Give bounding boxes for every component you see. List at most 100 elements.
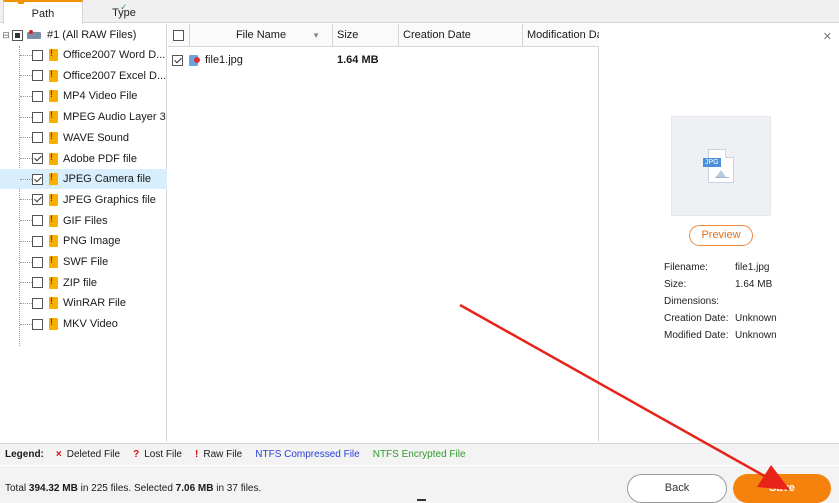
info-key: Filename:	[664, 262, 708, 273]
tree-item-checkbox[interactable]	[32, 215, 43, 227]
info-row-filename: Filename: file1.jpg	[664, 262, 834, 279]
tree-item-checkbox[interactable]	[32, 194, 43, 206]
tree-connector	[20, 282, 32, 284]
sort-down-icon: ▼	[312, 31, 320, 40]
tree-item-checkbox[interactable]	[32, 70, 43, 82]
tree-item-label: Adobe PDF file	[63, 152, 137, 165]
column-creation-date[interactable]: Creation Date	[399, 24, 523, 47]
back-button[interactable]: Back	[627, 474, 727, 503]
tree-item[interactable]: Office2007 Excel D...	[0, 66, 167, 86]
tree-item[interactable]: MPEG Audio Layer 3	[0, 107, 167, 127]
tree-root[interactable]: ⊟ #1 (All RAW Files)	[0, 26, 167, 44]
preview-thumbnail: JPG	[671, 116, 771, 216]
tree-item-label: MP4 Video File	[63, 90, 138, 103]
raw-file-icon	[49, 131, 58, 144]
file-row-checkbox[interactable]	[172, 54, 183, 66]
tree-connector	[20, 178, 32, 180]
tree-connector	[20, 75, 32, 77]
tree-item[interactable]: WAVE Sound	[0, 128, 167, 148]
tree-item[interactable]: MKV Video	[0, 314, 167, 334]
raw-file-icon	[49, 152, 58, 165]
jpg-document-icon: JPG	[703, 149, 734, 183]
tree-item-label: MKV Video	[63, 318, 118, 331]
status-mid2: in 37 files.	[213, 483, 262, 494]
legend-symbol: !	[195, 449, 199, 460]
tree-item[interactable]: GIF Files	[0, 211, 167, 231]
column-size[interactable]: Size	[333, 24, 399, 47]
jpg-tag: JPG	[703, 158, 721, 167]
raw-file-icon	[49, 172, 58, 186]
file-row-size: 1.64 MB	[337, 54, 379, 66]
column-file-name-label: File Name	[235, 29, 287, 41]
tree-item-checkbox[interactable]	[32, 111, 43, 123]
tree-item-checkbox[interactable]	[32, 318, 43, 330]
close-icon[interactable]: ✕	[823, 30, 832, 43]
tree-item[interactable]: JPEG Camera file	[0, 169, 167, 190]
status-summary: Total 394.32 MB in 225 files. Selected 7…	[5, 483, 261, 494]
raw-file-icon	[49, 214, 58, 227]
tab-bar: Path ✓ Type	[0, 0, 839, 24]
tree-item-label: GIF Files	[63, 214, 108, 227]
raw-file-icon	[49, 276, 58, 289]
raw-file-icon	[49, 193, 58, 206]
type-tab-icon: ✓	[120, 2, 128, 12]
preview-button[interactable]: Preview	[689, 225, 753, 246]
tree-item[interactable]: ZIP file	[0, 273, 167, 293]
tree-item[interactable]: MP4 Video File	[0, 86, 167, 106]
tree-item-label: JPEG Camera file	[63, 173, 152, 186]
info-key: Modified Date:	[664, 330, 729, 341]
legend-item: ! Raw File	[195, 449, 242, 460]
tree-item-checkbox[interactable]	[32, 132, 43, 144]
tree-item-checkbox[interactable]	[32, 90, 43, 102]
tree-item-checkbox[interactable]	[32, 256, 43, 268]
save-button[interactable]: Save	[733, 474, 831, 503]
tree-item-checkbox[interactable]	[32, 49, 43, 61]
tree-item-label: WAVE Sound	[63, 131, 130, 144]
legend-symbol: ?	[133, 449, 140, 460]
tab-path[interactable]: Path	[3, 0, 83, 24]
file-info: Filename: file1.jpg Size: 1.64 MB Dimens…	[664, 262, 834, 347]
legend-label: Deleted File	[66, 449, 121, 460]
tree-item[interactable]: WinRAR File	[0, 293, 167, 313]
tree-root-checkbox[interactable]	[12, 29, 23, 41]
tree-item-label: SWF File	[63, 256, 109, 268]
select-all-checkbox[interactable]	[173, 30, 184, 41]
tree-connector	[20, 302, 32, 304]
legend-item: × Deleted File	[56, 449, 120, 460]
tree-item-checkbox[interactable]	[32, 173, 43, 185]
tree-item[interactable]: PNG Image	[0, 231, 167, 251]
tree-item[interactable]: Office2007 Word D...	[0, 45, 167, 65]
info-value: Unknown	[735, 313, 777, 324]
status-total-size: 394.32 MB	[28, 483, 78, 494]
tree-item-checkbox[interactable]	[32, 297, 43, 309]
info-key: Size:	[664, 279, 687, 290]
tree-item-checkbox[interactable]	[32, 235, 43, 247]
tree-item-checkbox[interactable]	[32, 277, 43, 289]
column-modification-date[interactable]: Modification Da	[523, 24, 599, 47]
tree-item[interactable]: JPEG Graphics file	[0, 190, 167, 210]
info-row-size: Size: 1.64 MB	[664, 279, 834, 296]
preview-panel: ✕ JPG Preview Filename: file1.jpg Size: …	[600, 24, 839, 442]
tree-item-checkbox[interactable]	[32, 153, 43, 164]
info-row-creation-date: Creation Date: Unknown	[664, 313, 834, 330]
file-list-header: File Name ▼ Size Creation Date Modificat…	[168, 24, 599, 47]
tree-root-label: #1 (All RAW Files)	[47, 29, 137, 41]
tree-connector	[20, 116, 32, 118]
info-row-modified-date: Modified Date: Unknown	[664, 330, 834, 347]
tree-connector	[20, 95, 32, 97]
tree-connector	[20, 199, 32, 201]
tree-item-label: MPEG Audio Layer 3	[63, 111, 166, 124]
tree-item[interactable]: Adobe PDF file	[0, 149, 167, 169]
select-all-cell	[168, 24, 190, 47]
column-file-name[interactable]: File Name ▼	[190, 24, 333, 47]
drive-icon	[27, 30, 43, 40]
info-key: Dimensions:	[664, 296, 720, 307]
bottom-bar: Total 394.32 MB in 225 files. Selected 7…	[0, 466, 839, 503]
collapse-icon[interactable]: ⊟	[0, 30, 12, 41]
file-row[interactable]: file1.jpg 1.64 MB	[168, 50, 599, 70]
info-value: file1.jpg	[735, 262, 770, 273]
tree-item[interactable]: SWF File	[0, 252, 167, 272]
path-tab-icon	[18, 0, 24, 4]
tab-type[interactable]: ✓ Type	[84, 0, 164, 23]
info-key: Creation Date:	[664, 313, 729, 324]
